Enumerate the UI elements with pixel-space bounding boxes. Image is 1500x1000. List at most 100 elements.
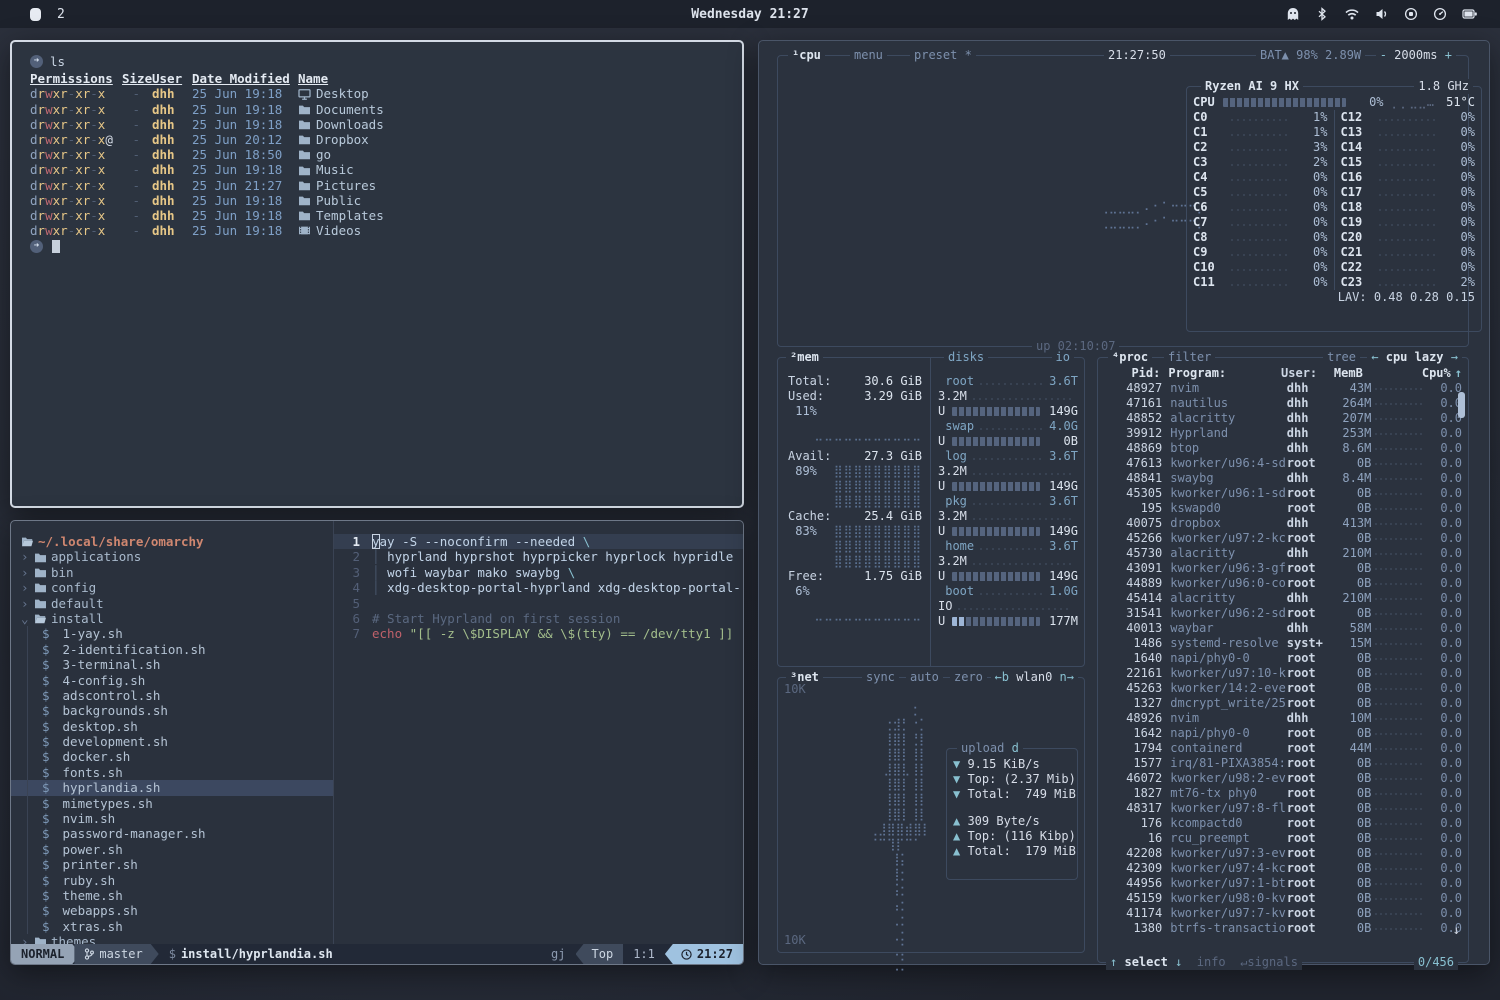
tab-proc[interactable]: ⁴proc — [1108, 350, 1152, 365]
process-row[interactable]: 43091kworker/u96:3-gfroot0B0.0 — [1104, 561, 1462, 576]
sort-next[interactable]: → — [1451, 350, 1458, 364]
process-row[interactable]: 45414alacrittydhh210M0.0 — [1104, 591, 1462, 606]
tree-item[interactable]: ⌄install — [11, 611, 333, 626]
net-sync-button[interactable]: sync — [862, 670, 899, 685]
tree-item[interactable]: $ power.sh — [11, 842, 333, 857]
process-scrollbar[interactable] — [1458, 392, 1465, 418]
tree-item[interactable]: $ backgrounds.sh — [11, 703, 333, 718]
process-row[interactable]: 1640napi/phy0-0root0B0.0 — [1104, 651, 1462, 666]
process-row[interactable]: 48869btopdhh8.6M0.0 — [1104, 441, 1462, 456]
battery-icon[interactable] — [1462, 7, 1478, 21]
tree-item[interactable]: $ hyprlandia.sh — [11, 780, 333, 795]
tree-item[interactable]: $ nvim.sh — [11, 811, 333, 826]
interval-plus-button[interactable]: + — [1445, 48, 1452, 62]
tab-mem[interactable]: ²mem — [786, 350, 823, 365]
process-row[interactable]: 41174kworker/u97:7-kvroot0B0.0 — [1104, 906, 1462, 921]
process-row[interactable]: 48927nvimdhh43M0.0 — [1104, 381, 1462, 396]
tree-item[interactable]: $ 1-yay.sh — [11, 626, 333, 641]
process-row[interactable]: 1577irq/81-PIXA3854:root0B0.0 — [1104, 756, 1462, 771]
process-row[interactable]: 176kcompactd0root0B0.0 — [1104, 816, 1462, 831]
shell-prompt[interactable]: ➜ — [30, 240, 742, 253]
sort-prev[interactable]: ← — [1371, 350, 1378, 364]
process-row[interactable]: 1794containerdroot44M0.0 — [1104, 741, 1462, 756]
proc-sort-control[interactable]: ← cpu lazy → — [1367, 350, 1462, 365]
tree-item[interactable]: $ mimetypes.sh — [11, 796, 333, 811]
net-zero-button[interactable]: zero — [950, 670, 987, 685]
menu-button[interactable]: menu — [850, 48, 887, 63]
gauge-icon[interactable] — [1433, 7, 1447, 21]
proc-filter-button[interactable]: filter — [1164, 350, 1215, 365]
tree-item[interactable]: $ webapps.sh — [11, 903, 333, 918]
proc-tree-button[interactable]: tree — [1323, 350, 1360, 365]
tree-item[interactable]: $ 4-config.sh — [11, 673, 333, 688]
net-interface-switcher[interactable]: ←b wlan0 n→ — [991, 670, 1079, 685]
process-row[interactable]: 1380btrfs-transactioroot0B0.0 — [1104, 921, 1462, 936]
process-row[interactable]: 45305kworker/u96:1-sdroot0B0.0 — [1104, 486, 1462, 501]
process-row[interactable]: 42309kworker/u97:4-kcroot0B0.0 — [1104, 861, 1462, 876]
tree-item[interactable]: ›themes — [11, 934, 333, 944]
tree-item[interactable]: $ desktop.sh — [11, 719, 333, 734]
proc-footer-select[interactable]: ↑ select ↓ info ↵signals — [1106, 955, 1302, 970]
process-row[interactable]: 39912Hyprlanddhh253M0.0 — [1104, 426, 1462, 441]
iface-prev[interactable]: ←b — [995, 670, 1009, 684]
code-editor[interactable]: 1yay -S --noconfirm --needed \2│ hyprlan… — [334, 521, 743, 944]
process-row[interactable]: 47613kworker/u96:4-sdroot0B0.0 — [1104, 456, 1462, 471]
tree-item[interactable]: ›applications — [11, 549, 333, 564]
preset-button[interactable]: preset * — [910, 48, 976, 63]
process-row[interactable]: 22161kworker/u97:10-kroot0B0.0 — [1104, 666, 1462, 681]
process-row[interactable]: 46072kworker/u98:2-evroot0B0.0 — [1104, 771, 1462, 786]
proc-signals-button[interactable]: signals — [1247, 955, 1298, 969]
tree-root[interactable]: ~/.local/share/omarchy — [11, 534, 333, 549]
process-row[interactable]: 195kswapd0root0B0.0 — [1104, 501, 1462, 516]
process-row[interactable]: 42208kworker/u97:3-evroot0B0.0 — [1104, 846, 1462, 861]
bluetooth-icon[interactable] — [1315, 7, 1329, 21]
proc-info-button[interactable]: info — [1197, 955, 1226, 969]
process-row[interactable]: 31541kworker/u96:2-sdroot0B0.0 — [1104, 606, 1462, 621]
process-row[interactable]: 47161nautilusdhh264M0.0 — [1104, 396, 1462, 411]
interval-minus-button[interactable]: - — [1380, 48, 1387, 62]
editor-window[interactable]: ~/.local/share/omarchy›applications›bin ›… — [10, 520, 744, 965]
tree-item[interactable]: $ xtras.sh — [11, 919, 333, 934]
process-row[interactable]: 48317kworker/u97:8-flroot0B0.0 — [1104, 801, 1462, 816]
process-row[interactable]: 45266kworker/u97:2-kcroot0B0.0 — [1104, 531, 1462, 546]
net-auto-button[interactable]: auto — [906, 670, 943, 685]
process-row[interactable]: 48926nvimdhh10M0.0 — [1104, 711, 1462, 726]
process-row[interactable]: 1642napi/phy0-0root0B0.0 — [1104, 726, 1462, 741]
tree-item[interactable]: $ 3-terminal.sh — [11, 657, 333, 672]
wifi-icon[interactable] — [1344, 7, 1360, 21]
volume-icon[interactable] — [1375, 7, 1389, 21]
tree-item[interactable]: $ adscontrol.sh — [11, 688, 333, 703]
tree-item[interactable]: $ development.sh — [11, 734, 333, 749]
terminal-window[interactable]: ➜lsPermissionsSizeUserDate ModifiedNamed… — [10, 40, 744, 508]
process-row[interactable]: 40075dropboxdhh413M0.0 — [1104, 516, 1462, 531]
process-row[interactable]: 45730alacrittydhh210M0.0 — [1104, 546, 1462, 561]
process-row[interactable]: 40013waybardhh58M0.0 — [1104, 621, 1462, 636]
tree-item[interactable]: $ 2-identification.sh — [11, 642, 333, 657]
process-row[interactable]: 48852alacrittydhh207M0.0 — [1104, 411, 1462, 426]
process-row[interactable]: 1486systemd-resolvesyst+15M0.0 — [1104, 636, 1462, 651]
tab-cpu[interactable]: ¹cpu — [788, 48, 825, 63]
scroll-up-icon[interactable]: ↑ — [1455, 366, 1462, 381]
scroll-down-icon[interactable]: ↓ — [1453, 923, 1460, 938]
process-row[interactable]: 1327dmcrypt_write/25root0B0.0 — [1104, 696, 1462, 711]
iface-next[interactable]: n→ — [1060, 670, 1074, 684]
process-row[interactable]: 44889kworker/u96:0-coroot0B0.0 — [1104, 576, 1462, 591]
system-monitor-window[interactable]: ¹cpu menu preset * 21:27:50 BAT▲ 98% 2.8… — [758, 40, 1490, 965]
screencast-icon[interactable] — [1404, 7, 1418, 21]
update-interval-control[interactable]: - 2000ms + — [1376, 48, 1456, 63]
workspace-indicator[interactable]: 2 — [57, 7, 65, 22]
tree-item[interactable]: ›default — [11, 596, 333, 611]
process-row[interactable]: 45159kworker/u98:0-kvroot0B0.0 — [1104, 891, 1462, 906]
process-row[interactable]: 1827mt76-tx phy0root0B0.0 — [1104, 786, 1462, 801]
tree-item[interactable]: $ password-manager.sh — [11, 826, 333, 841]
process-row[interactable]: 16rcu_preemptroot0B0.0 — [1104, 831, 1462, 846]
tree-item[interactable]: $ printer.sh — [11, 857, 333, 872]
tree-item[interactable]: ›bin — [11, 565, 333, 580]
tree-item[interactable]: $ ruby.sh — [11, 873, 333, 888]
tree-item[interactable]: $ theme.sh — [11, 888, 333, 903]
io-label[interactable]: io — [1052, 350, 1074, 365]
updates-icon[interactable] — [1286, 7, 1300, 21]
process-row[interactable]: 45263kworker/14:2-everoot0B0.0 — [1104, 681, 1462, 696]
tree-item[interactable]: $ docker.sh — [11, 749, 333, 764]
process-row[interactable]: 48841swaybgdhh8.4M0.0 — [1104, 471, 1462, 486]
